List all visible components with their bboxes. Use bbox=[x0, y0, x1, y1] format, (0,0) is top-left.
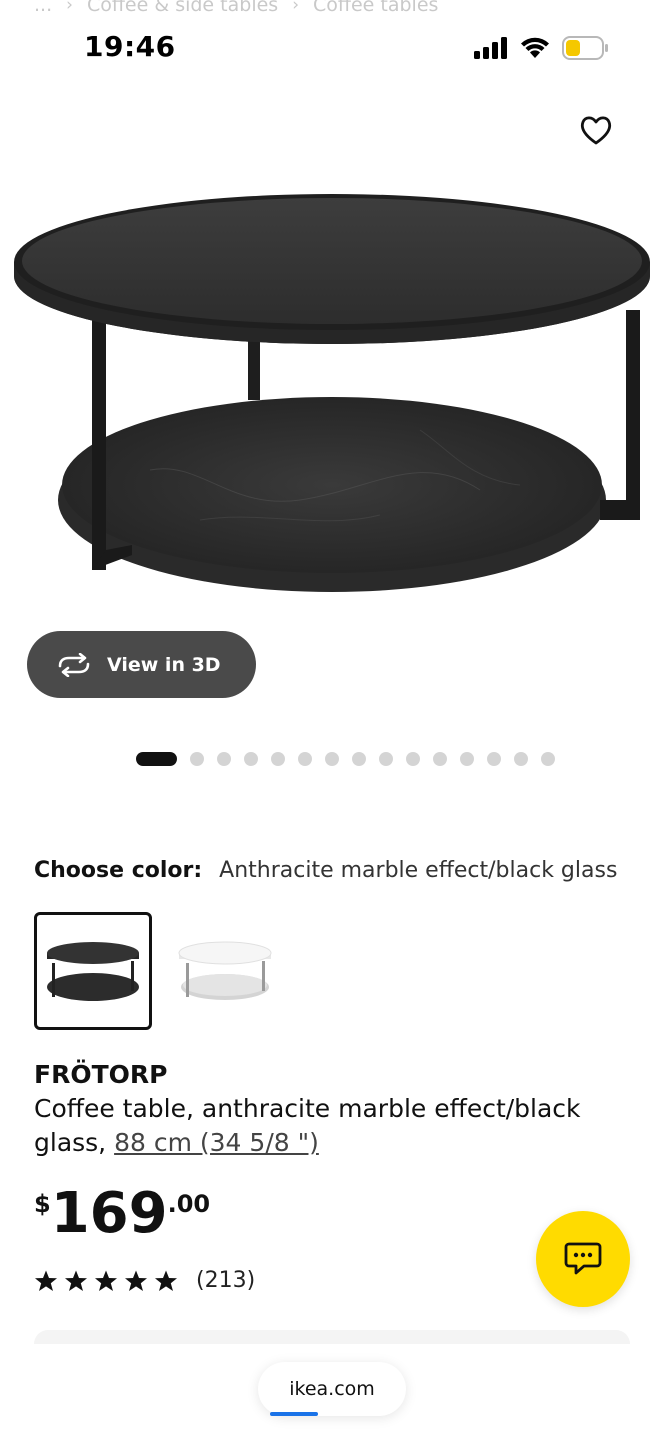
carousel-dot[interactable] bbox=[217, 752, 231, 766]
chat-bubble-icon bbox=[564, 1242, 602, 1275]
product-size-link[interactable]: 88 cm (34 5/8 ") bbox=[114, 1128, 319, 1157]
color-swatch-white[interactable] bbox=[166, 912, 284, 1030]
wifi-icon bbox=[521, 37, 549, 58]
breadcrumb: ... › Coffee & side tables › Coffee tabl… bbox=[34, 0, 438, 16]
star-icon bbox=[65, 1270, 87, 1291]
carousel-dot[interactable] bbox=[325, 752, 339, 766]
product-rating[interactable]: (213) bbox=[34, 1268, 255, 1293]
star-icon bbox=[95, 1270, 117, 1291]
price-whole: 169 bbox=[50, 1181, 168, 1246]
carousel-dot[interactable] bbox=[271, 752, 285, 766]
view-in-3d-button[interactable]: View in 3D bbox=[27, 631, 256, 698]
chat-button[interactable] bbox=[536, 1211, 630, 1307]
view-in-3d-label: View in 3D bbox=[107, 653, 221, 676]
rating-count: (213) bbox=[196, 1268, 256, 1293]
breadcrumb-separator: › bbox=[292, 0, 299, 15]
product-image[interactable] bbox=[0, 90, 664, 650]
swatch-white-thumbnail bbox=[178, 941, 272, 1000]
breadcrumb-separator: › bbox=[66, 0, 73, 15]
signal-icon bbox=[474, 37, 507, 59]
product-price: $ 169 .00 bbox=[34, 1182, 210, 1246]
selected-color-value: Anthracite marble effect/black glass bbox=[219, 858, 618, 883]
star-icon bbox=[125, 1270, 147, 1291]
swatch-anthracite-thumbnail bbox=[47, 942, 139, 1001]
carousel-dot[interactable] bbox=[460, 752, 474, 766]
star-icon bbox=[35, 1270, 57, 1291]
browser-url-bar[interactable]: ikea.com bbox=[258, 1362, 406, 1416]
battery-icon bbox=[562, 36, 608, 60]
carousel-dot[interactable] bbox=[352, 752, 366, 766]
page-load-progress bbox=[270, 1412, 318, 1416]
breadcrumb-item-coffee-tables[interactable]: Coffee tables bbox=[313, 0, 438, 16]
heart-outline-icon[interactable] bbox=[578, 112, 614, 148]
section-divider bbox=[34, 1330, 630, 1344]
carousel-dot[interactable] bbox=[514, 752, 528, 766]
breadcrumb-ellipsis[interactable]: ... bbox=[34, 0, 52, 16]
product-name: FRÖTORP bbox=[34, 1060, 168, 1089]
carousel-dot[interactable] bbox=[379, 752, 393, 766]
carousel-dot[interactable] bbox=[541, 752, 555, 766]
carousel-dot[interactable] bbox=[190, 752, 204, 766]
choose-color-row: Choose color: Anthracite marble effect/b… bbox=[34, 858, 617, 883]
browser-url: ikea.com bbox=[289, 1378, 375, 1400]
carousel-dot[interactable] bbox=[433, 752, 447, 766]
carousel-dot[interactable] bbox=[244, 752, 258, 766]
product-description: Coffee table, anthracite marble effect/b… bbox=[34, 1092, 624, 1160]
carousel-dot-active[interactable] bbox=[136, 752, 177, 766]
carousel-dot[interactable] bbox=[487, 752, 501, 766]
price-currency: $ bbox=[34, 1190, 51, 1218]
image-carousel-indicator bbox=[136, 752, 555, 766]
carousel-dot[interactable] bbox=[406, 752, 420, 766]
choose-color-label: Choose color: bbox=[34, 858, 203, 883]
status-time: 19:46 bbox=[84, 30, 176, 63]
price-cents: .00 bbox=[167, 1190, 211, 1218]
rotate-3d-icon bbox=[58, 652, 90, 677]
status-icons bbox=[474, 36, 608, 60]
breadcrumb-item-coffee-side-tables[interactable]: Coffee & side tables bbox=[87, 0, 278, 16]
color-swatch-anthracite[interactable] bbox=[34, 912, 152, 1030]
star-icon bbox=[155, 1270, 177, 1291]
carousel-dot[interactable] bbox=[298, 752, 312, 766]
